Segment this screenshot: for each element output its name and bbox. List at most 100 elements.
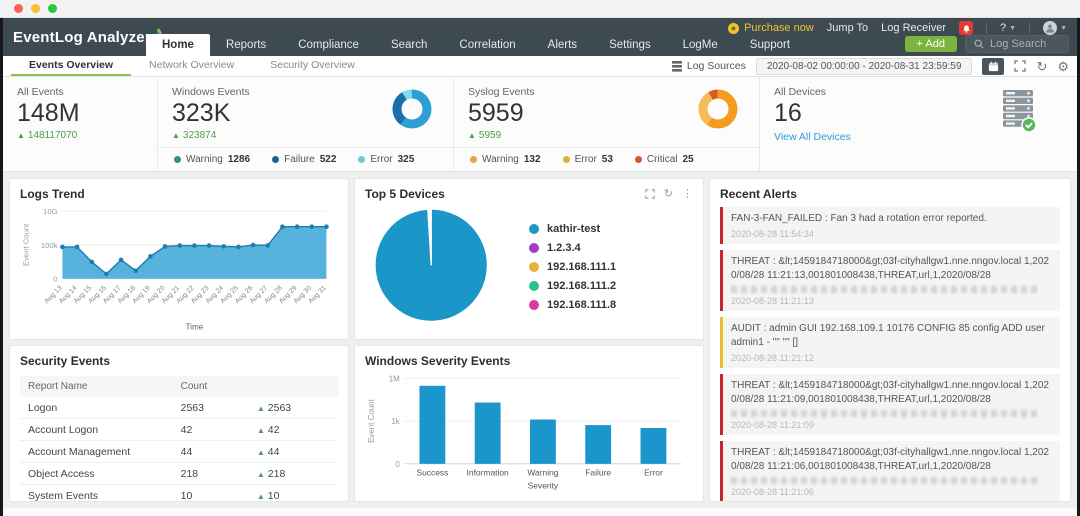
- calendar-icon: [988, 61, 999, 71]
- logs-trend-chart: 0100k10GAug 13Aug 14Aug 15Aug 16Aug 17Au…: [22, 207, 329, 332]
- pie-legend-item[interactable]: 1.2.3.4: [529, 242, 616, 254]
- pie-legend-item[interactable]: kathir-test: [529, 223, 616, 235]
- security-events-table: Report Name Count Logon 2563 ▲ 2563 Account …: [20, 376, 338, 501]
- top-navbar: EventLog Analyzer Purchase now Jump To L…: [3, 18, 1077, 56]
- legend-item: Critical 25: [634, 154, 694, 165]
- nav-actions: + Add Log Search: [904, 35, 1069, 53]
- panel-title: Windows Severity Events: [365, 354, 511, 368]
- nav-tab-reports[interactable]: Reports: [210, 34, 282, 56]
- fullscreen-icon[interactable]: [1014, 60, 1027, 72]
- legend-dot-icon: [358, 156, 366, 163]
- stat-all-devices[interactable]: All Devices 16 View All Devices: [760, 77, 1077, 171]
- settings-gear-icon[interactable]: ⚙: [1057, 60, 1069, 73]
- app-logo[interactable]: EventLog Analyzer: [13, 27, 167, 47]
- legend-dot-icon: [529, 262, 539, 272]
- nav-tab-alerts[interactable]: Alerts: [532, 34, 593, 56]
- alert-message: THREAT : &lt;1459184718000&gt;03f-cityha…: [731, 380, 1049, 405]
- up-arrow-icon: ▲: [17, 131, 25, 140]
- legend-dot-icon: [529, 224, 539, 234]
- stat-label: Windows Events: [172, 86, 250, 98]
- stat-delta: ▲ 148117070: [17, 130, 78, 141]
- purchase-now-button[interactable]: Purchase now: [728, 22, 814, 34]
- legend-dot-icon: [529, 300, 539, 310]
- up-arrow-icon: ▲: [256, 469, 265, 479]
- legend-item: Error 325: [358, 154, 414, 165]
- alert-list-item[interactable]: THREAT : &lt;1459184718000&gt;03f-cityha…: [720, 250, 1060, 311]
- tab-network-overview[interactable]: Network Overview: [131, 56, 252, 76]
- pie-legend-item[interactable]: 192.168.111.8: [529, 299, 616, 311]
- alert-message: THREAT : &lt;1459184718000&gt;03f-cityha…: [731, 447, 1049, 472]
- expand-icon[interactable]: [645, 189, 655, 199]
- recent-alerts-card: Recent Alerts FAN-3-FAN_FAILED : Fan 3 h…: [709, 178, 1071, 502]
- legend-item: Failure 522: [272, 154, 336, 165]
- svg-text:Severity: Severity: [528, 481, 559, 491]
- date-range-input[interactable]: 2020-08-02 00:00:00 - 2020-08-31 23:59:5…: [755, 57, 973, 75]
- table-row-account-logon[interactable]: Account Logon 42 ▲ 42: [20, 418, 338, 441]
- svg-text:Information: Information: [467, 468, 510, 478]
- more-options-icon[interactable]: ⋮: [682, 188, 693, 200]
- nav-tab-correlation[interactable]: Correlation: [443, 34, 531, 56]
- up-arrow-icon: ▲: [256, 403, 265, 413]
- tab-events-overview[interactable]: Events Overview: [11, 56, 132, 76]
- log-receiver-button[interactable]: Log Receiver: [881, 22, 946, 34]
- nav-tab-support[interactable]: Support: [734, 34, 806, 56]
- view-all-devices-link[interactable]: View All Devices: [774, 131, 1001, 143]
- app-logo-text: EventLog Analyzer: [13, 28, 151, 46]
- log-sources-button[interactable]: Log Sources: [671, 60, 746, 72]
- legend-dot-icon: [562, 156, 570, 163]
- legend-dot-icon: [272, 156, 280, 163]
- pie-legend-item[interactable]: 192.168.111.1: [529, 261, 616, 273]
- calendar-button[interactable]: [982, 57, 1005, 75]
- close-window-button[interactable]: [14, 4, 23, 13]
- up-arrow-icon: ▲: [468, 131, 476, 140]
- minimize-window-button[interactable]: [31, 4, 40, 13]
- table-row-object-access[interactable]: Object Access 218 ▲ 218: [20, 462, 338, 485]
- pie-legend-item[interactable]: 192.168.111.2: [529, 280, 616, 292]
- panel-title: Logs Trend: [20, 187, 85, 201]
- zoom-window-button[interactable]: [48, 4, 57, 13]
- stat-windows-events[interactable]: Windows Events 323K ▲ 323874 Warning 1286 F…: [158, 77, 454, 171]
- nav-tab-search[interactable]: Search: [375, 34, 443, 56]
- stat-value: 148M: [17, 99, 80, 127]
- table-row-system-events[interactable]: System Events 10 ▲ 10: [20, 484, 338, 501]
- help-menu[interactable]: ? ▼: [1000, 22, 1016, 34]
- nav-tab-settings[interactable]: Settings: [593, 34, 667, 56]
- logs-trend-card: Logs Trend 0 100k 10G Aug 13 Aug 14 Aug 15 Aug…: [9, 178, 349, 340]
- svg-text:0: 0: [53, 275, 57, 284]
- windows-severity-card: Windows Severity Events 0 1k 1M Success Info…: [354, 345, 704, 502]
- legend-dot-icon: [634, 156, 642, 163]
- alert-list-item[interactable]: THREAT : &lt;1459184718000&gt;03f-cityha…: [720, 441, 1060, 501]
- alert-list-item[interactable]: AUDIT : admin GUI 192.168.109.1 10176 CO…: [720, 317, 1060, 368]
- user-account-menu[interactable]: ▼: [1043, 21, 1067, 35]
- add-button[interactable]: + Add: [904, 36, 957, 52]
- nav-tab-compliance[interactable]: Compliance: [282, 34, 375, 56]
- alert-list-item[interactable]: THREAT : &lt;1459184718000&gt;03f-cityha…: [720, 374, 1060, 435]
- alert-message: FAN-3-FAN_FAILED : Fan 3 had a rotation …: [731, 213, 987, 224]
- legend-dot-icon: [470, 156, 477, 163]
- alert-message: THREAT : &lt;1459184718000&gt;03f-cityha…: [731, 256, 1049, 281]
- tab-security-overview[interactable]: Security Overview: [252, 56, 373, 76]
- table-row-logon[interactable]: Logon 2563 ▲ 2563: [20, 397, 338, 419]
- sub-navbar: Events Overview Network Overview Security …: [3, 56, 1077, 77]
- legend-dot-icon: [529, 243, 539, 253]
- stats-strip: All Events 148M ▲ 148117070 Windows Event…: [3, 77, 1077, 172]
- security-events-card: Security Events Report Name Count Logon 25…: [9, 345, 349, 502]
- stat-delta: ▲ 323874: [172, 130, 217, 141]
- legend-item: Warning 1286: [174, 154, 250, 165]
- refresh-icon[interactable]: ↻: [1036, 60, 1047, 73]
- stat-syslog-events[interactable]: Syslog Events 5959 ▲ 5959 Warning 132 Error…: [454, 77, 760, 171]
- stat-all-events[interactable]: All Events 148M ▲ 148117070: [3, 77, 158, 171]
- jump-to-button[interactable]: Jump To: [827, 22, 868, 34]
- stat-value: 5959: [468, 99, 524, 127]
- notification-bell-icon[interactable]: [959, 21, 973, 35]
- alert-list-item[interactable]: FAN-3-FAN_FAILED : Fan 3 had a rotation …: [720, 207, 1060, 244]
- legend-item: Error 53: [562, 154, 613, 165]
- log-search-input[interactable]: Log Search: [965, 35, 1069, 53]
- overview-tabs: Events Overview Network Overview Security …: [11, 56, 373, 76]
- redacted-text: [731, 410, 1040, 417]
- stat-label: All Devices: [774, 86, 826, 98]
- refresh-icon[interactable]: ↻: [664, 188, 673, 200]
- nav-tab-logme[interactable]: LogMe: [667, 34, 734, 56]
- table-row-account-management[interactable]: Account Management 44 ▲ 44: [20, 440, 338, 463]
- nav-tab-home[interactable]: Home: [146, 34, 210, 56]
